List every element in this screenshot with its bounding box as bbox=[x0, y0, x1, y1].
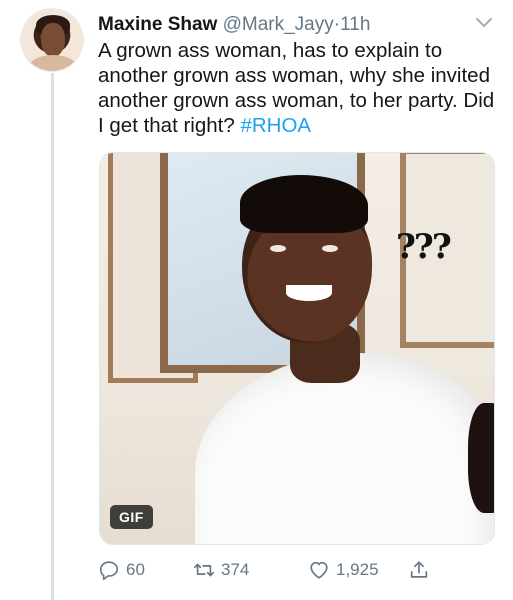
thread-line bbox=[51, 73, 54, 600]
blurred-hand bbox=[468, 403, 494, 513]
like-count: 1,925 bbox=[336, 560, 379, 579]
retweet-count: 374 bbox=[221, 560, 250, 579]
tweet-timestamp[interactable]: 11h bbox=[340, 14, 370, 35]
gif-media[interactable]: ??? GIF bbox=[99, 152, 495, 545]
tweet[interactable]: Maxine Shaw @Mark_Jayy·11h A grown ass w… bbox=[0, 0, 513, 600]
avatar-face bbox=[41, 23, 65, 57]
tweet-header: Maxine Shaw @Mark_Jayy·11h bbox=[98, 14, 370, 36]
heart-icon bbox=[310, 561, 328, 579]
person-hair bbox=[240, 175, 368, 233]
person-smile bbox=[286, 285, 332, 301]
author-handle[interactable]: @Mark_Jayy bbox=[223, 14, 334, 35]
person-eye bbox=[322, 245, 338, 252]
reply-count: 60 bbox=[126, 560, 145, 579]
gif-badge: GIF bbox=[110, 505, 153, 529]
retweet-button[interactable]: 374 bbox=[193, 557, 249, 583]
person-eye bbox=[270, 245, 286, 252]
gif-overlay-text: ??? bbox=[396, 227, 452, 267]
action-bar: 60 374 1,925 bbox=[98, 557, 498, 583]
author-name[interactable]: Maxine Shaw bbox=[98, 14, 217, 35]
reply-button[interactable]: 60 bbox=[98, 557, 145, 583]
avatar-body bbox=[29, 55, 77, 71]
tweet-text: A grown ass woman, has to explain to ano… bbox=[98, 38, 498, 138]
chevron-down-icon[interactable] bbox=[474, 15, 494, 31]
share-icon bbox=[410, 561, 428, 578]
like-button[interactable]: 1,925 bbox=[308, 557, 379, 583]
share-button[interactable] bbox=[408, 557, 430, 583]
reply-icon bbox=[99, 561, 119, 580]
hashtag-link[interactable]: #RHOA bbox=[240, 114, 311, 137]
avatar[interactable] bbox=[21, 9, 83, 71]
retweet-icon bbox=[194, 563, 214, 577]
